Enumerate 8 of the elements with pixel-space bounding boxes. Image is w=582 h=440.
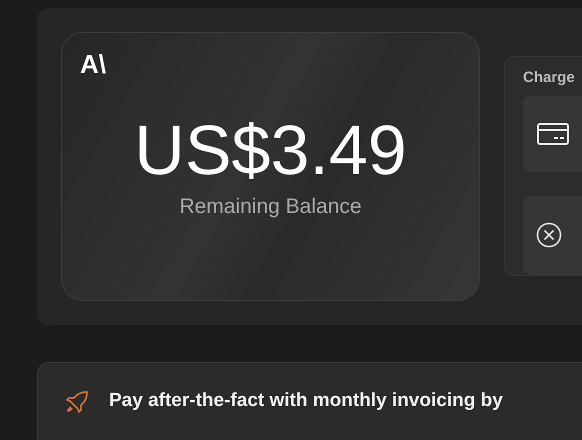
logo: A\ xyxy=(80,51,106,77)
rocket-icon xyxy=(65,390,89,414)
close-circle-icon xyxy=(536,222,562,248)
banner-text: Pay after-the-fact with monthly invoicing by xyxy=(109,390,503,412)
credit-card-icon xyxy=(536,122,570,146)
balance-amount: US$3.49 xyxy=(134,115,407,185)
balance-label: Remaining Balance xyxy=(179,195,362,219)
charge-title: Charge xyxy=(523,69,576,86)
